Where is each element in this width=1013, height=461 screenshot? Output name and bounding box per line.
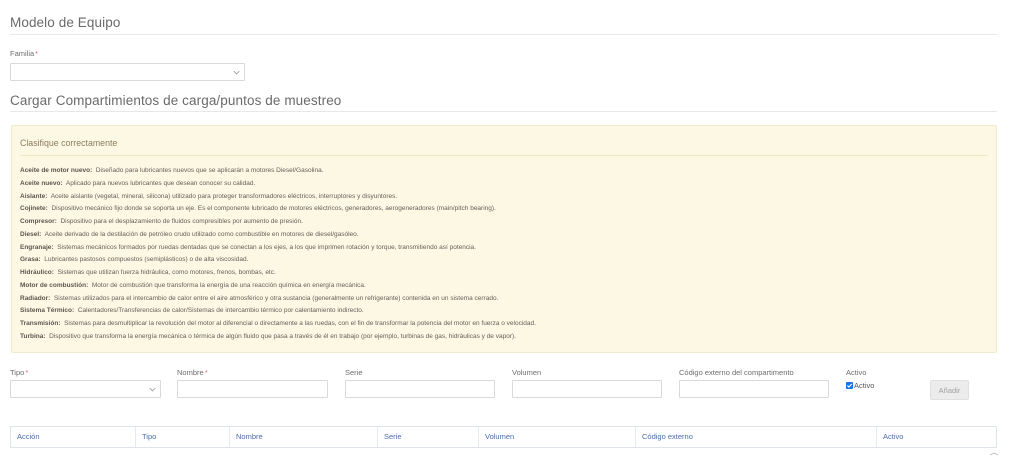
info-list: Aceite de motor nuevo: Diseñado para lub… xyxy=(20,165,988,344)
page-title: Modelo de Equipo xyxy=(10,15,121,30)
info-title: Clasifique correctamente xyxy=(20,138,118,148)
info-item: Cojinete: Dispositivo mecánico fijo dond… xyxy=(20,205,496,213)
codigo-externo-label: Código externo del compartimento xyxy=(679,368,794,377)
info-item: Diesel: Aceite derivado de la destilació… xyxy=(20,230,359,238)
volumen-input[interactable] xyxy=(512,380,662,398)
checkmark-icon xyxy=(847,383,853,388)
column-header-serie[interactable]: Serie xyxy=(377,427,478,447)
nombre-input[interactable] xyxy=(177,380,328,398)
tipo-label: Tipo* xyxy=(10,368,29,377)
codigo-externo-input[interactable] xyxy=(679,380,829,398)
column-header-codigo-externo[interactable]: Código externo xyxy=(635,427,876,447)
activo-checkbox[interactable] xyxy=(846,382,853,389)
add-button[interactable]: Añadir xyxy=(930,380,969,400)
section-divider xyxy=(10,111,997,112)
activo-checkbox-label: Activo xyxy=(854,381,875,390)
tipo-select[interactable] xyxy=(10,380,161,398)
info-item: Motor de combustión: Motor de combustión… xyxy=(20,281,366,289)
title-divider xyxy=(10,34,997,35)
chevron-down-icon xyxy=(149,387,156,392)
info-item: Radiador: Sistemas utilizados para el in… xyxy=(20,294,499,302)
info-item: Compresor: Dispositivo para el desplazam… xyxy=(20,218,303,225)
info-item: Turbina: Dispositivo que transforma la e… xyxy=(20,332,516,340)
column-header-nombre[interactable]: Nombre xyxy=(229,427,377,447)
column-header-tipo[interactable]: Tipo xyxy=(135,427,229,447)
familia-select[interactable] xyxy=(10,63,245,81)
info-divider xyxy=(20,155,988,156)
chevron-down-icon xyxy=(233,70,240,75)
info-item: Aceite de motor nuevo: Diseñado para lub… xyxy=(20,167,324,174)
scroll-indicator-icon xyxy=(990,452,998,456)
info-item: Aceite nuevo: Aplicado para nuevos lubri… xyxy=(20,179,256,187)
activo-label: Activo xyxy=(846,368,867,377)
serie-input[interactable] xyxy=(345,380,495,398)
serie-label: Serie xyxy=(345,368,363,377)
column-header-accion[interactable]: Acción xyxy=(11,427,135,447)
section-title: Cargar Compartimientos de carga/puntos d… xyxy=(10,93,342,108)
volumen-label: Volumen xyxy=(512,368,542,377)
info-item: Aislante: Aceite aislante (vegetal, mine… xyxy=(20,192,398,200)
nombre-label: Nombre* xyxy=(177,368,208,377)
classification-info-box: Clasifique correctamente Aceite de motor… xyxy=(11,125,997,353)
column-header-activo[interactable]: Activo xyxy=(876,427,996,447)
familia-label: Familia* xyxy=(10,49,39,58)
info-item: Transmisión: Sistemas para desmultiplica… xyxy=(20,320,536,327)
info-item: Grasa: Lubricantes pastosos compuestos (… xyxy=(20,256,249,264)
compartments-table: Acción Tipo Nombre Serie Volumen Código … xyxy=(10,426,997,448)
info-item: Hidráulico: Sistemas que utilizan fuerza… xyxy=(20,269,276,276)
info-item: Sistema Térmico: Calentadores/Transferen… xyxy=(20,307,364,315)
info-item: Engranaje: Sistemas mecánicos formados p… xyxy=(20,243,476,251)
column-header-volumen[interactable]: Volumen xyxy=(478,427,635,447)
